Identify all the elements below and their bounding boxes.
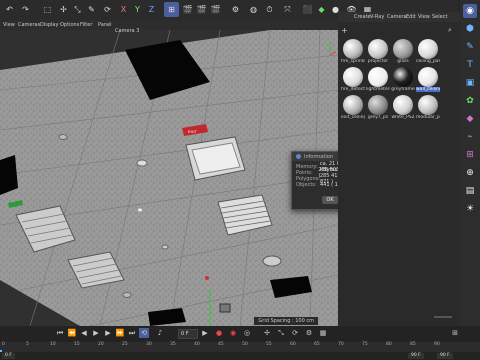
menu-options[interactable]: Options bbox=[60, 22, 79, 28]
playhead[interactable] bbox=[0, 350, 2, 352]
scale-key-icon[interactable]: ⤡ bbox=[276, 328, 286, 338]
tag-icon[interactable]: ⌁ bbox=[463, 130, 477, 144]
ceiling-hole-2 bbox=[0, 155, 18, 195]
camera-label: Camera 3 bbox=[115, 28, 140, 34]
cube-primitive-icon[interactable]: ⬢ bbox=[463, 22, 477, 36]
loop-icon[interactable]: ⟲ bbox=[139, 328, 149, 338]
menu-vray[interactable]: V-Ray bbox=[370, 14, 384, 20]
menu-display[interactable]: Display bbox=[40, 22, 58, 28]
key-icon[interactable]: ◎ bbox=[242, 328, 252, 338]
record-icon[interactable]: ● bbox=[214, 328, 224, 338]
go-to-start-icon[interactable]: ⏮ bbox=[55, 328, 65, 338]
grid-spacing-label: Grid Spacing : 100 cm bbox=[254, 317, 318, 325]
field-icon[interactable]: ⊞ bbox=[463, 148, 477, 162]
material-grey7-ps[interactable]: grey7_ps bbox=[366, 94, 390, 120]
material-glass[interactable]: glass bbox=[391, 38, 415, 64]
clapper-2-icon[interactable]: 🎬 bbox=[194, 2, 209, 17]
redo-icon[interactable]: ↷ bbox=[18, 2, 33, 17]
menu-cameras[interactable]: Cameras bbox=[18, 22, 40, 28]
material-modular-ps[interactable]: modular_ps bbox=[416, 94, 440, 120]
menu-panel[interactable]: Panel bbox=[98, 22, 112, 28]
exit-sign-text: EXIT bbox=[188, 129, 197, 134]
coords-icon[interactable]: ⊞ bbox=[164, 2, 179, 17]
start-frame-field[interactable]: 0 F bbox=[2, 353, 15, 359]
ok-button[interactable]: OK bbox=[322, 196, 338, 204]
c4d-logo-icon bbox=[296, 154, 301, 159]
ceiling-scene: EXIT bbox=[0, 30, 338, 326]
material-exit-ceiling[interactable]: exit_ceiling bbox=[341, 94, 365, 120]
min-frame-field[interactable]: 90 F bbox=[408, 353, 424, 359]
right-icon-bar: ◉ ⬢ ✎ T ▣ ✿ ◆ ⌁ ⊞ ⊕ ▤ ☀ bbox=[460, 0, 480, 326]
timer-icon[interactable]: ⏱ bbox=[262, 2, 277, 17]
menu-view[interactable]: View bbox=[3, 22, 15, 28]
prev-frame-icon[interactable]: ◀ bbox=[79, 328, 89, 338]
transform-icon[interactable]: ⤧ bbox=[280, 2, 295, 17]
x-axis-button[interactable]: X bbox=[116, 2, 131, 17]
move-key-icon[interactable]: ✢ bbox=[262, 328, 272, 338]
sound-icon[interactable]: ♪ bbox=[155, 328, 165, 338]
mograph-icon[interactable]: ✿ bbox=[463, 94, 477, 108]
undo-icon[interactable]: ↶ bbox=[2, 2, 17, 17]
material-manager: Create V-Ray Camera Edit View Select + ⌕… bbox=[338, 12, 460, 326]
spline-icon[interactable]: ✎ bbox=[463, 40, 477, 54]
select-icon[interactable]: ⬚ bbox=[40, 2, 55, 17]
material-greyframe[interactable]: greyframe bbox=[391, 66, 415, 92]
move-icon[interactable]: ✢ bbox=[56, 2, 71, 17]
3d-viewport[interactable]: View Cameras Display Options Filter Pane… bbox=[0, 20, 338, 326]
current-frame-field[interactable]: 0 F bbox=[178, 329, 198, 339]
clapper-3-icon[interactable]: 🎬 bbox=[208, 2, 223, 17]
timeline-settings-icon[interactable]: ⊞ bbox=[450, 328, 460, 338]
settings-icon[interactable]: ⚙ bbox=[228, 2, 243, 17]
menu-create[interactable]: Create bbox=[354, 14, 371, 20]
add-material-icon[interactable]: + bbox=[341, 26, 348, 35]
next-key-2-icon[interactable]: ▶ bbox=[200, 328, 210, 338]
light-icon[interactable]: ☀ bbox=[463, 202, 477, 216]
play-icon[interactable]: ▶ bbox=[91, 328, 101, 338]
rotate-icon[interactable]: ⟳ bbox=[100, 2, 115, 17]
next-frame-icon[interactable]: ▶ bbox=[103, 328, 113, 338]
menu-select[interactable]: Select bbox=[432, 14, 447, 20]
material-menu: Create V-Ray Camera Edit View Select bbox=[338, 12, 460, 22]
dialog-title: Information bbox=[304, 153, 333, 160]
deformer-icon[interactable]: ◆ bbox=[463, 112, 477, 126]
rotate-key-icon[interactable]: ⟳ bbox=[290, 328, 300, 338]
text-icon[interactable]: T bbox=[463, 58, 477, 72]
z-axis-button[interactable]: Z bbox=[144, 2, 159, 17]
prev-key-icon[interactable]: ⏪ bbox=[67, 328, 77, 338]
material-lightmeters[interactable]: lightmeters bbox=[366, 66, 390, 92]
point-key-icon[interactable]: ▦ bbox=[318, 328, 328, 338]
pen-icon[interactable]: ✎ bbox=[84, 2, 99, 17]
search-icon[interactable]: ⌕ bbox=[448, 26, 452, 35]
material-ceiling-panel[interactable]: ceiling_panel bbox=[416, 38, 440, 64]
y-axis-button[interactable]: Y bbox=[130, 2, 145, 17]
material-fire-sprinkler[interactable]: fire_sprinkler bbox=[341, 38, 365, 64]
environment-icon[interactable]: ⊕ bbox=[463, 166, 477, 180]
cube-green-icon[interactable]: ◆ bbox=[314, 2, 329, 17]
material-wall-ceiling[interactable]: wall_ceiling bbox=[416, 66, 440, 92]
sculpt-icon[interactable]: ◍ bbox=[246, 2, 261, 17]
menu-camera[interactable]: Camera bbox=[387, 14, 407, 20]
next-key-icon[interactable]: ⏩ bbox=[115, 328, 125, 338]
object-manager-icon[interactable]: ◉ bbox=[463, 4, 477, 18]
timeline: ⏮ ⏪ ◀ ▶ ▶ ⏩ ⏭ ⟲ ♪ 0 F ▶ ● ◉ ◎ ✢ ⤡ ⟳ ⚙ ▦ … bbox=[0, 326, 480, 360]
timeline-ruler[interactable]: 0 5 10 15 20 25 30 35 40 45 50 55 60 65 … bbox=[0, 342, 480, 352]
go-to-end-icon[interactable]: ⏭ bbox=[127, 328, 137, 338]
viewport-menu: View Cameras Display Options Filter Pane… bbox=[0, 20, 338, 30]
material-projector[interactable]: projector bbox=[366, 38, 390, 64]
max-frame-field[interactable]: 90 F bbox=[437, 353, 453, 359]
clapper-icon[interactable]: 🎬 bbox=[180, 2, 195, 17]
menu-view[interactable]: View bbox=[418, 14, 430, 20]
menu-filter[interactable]: Filter bbox=[80, 22, 92, 28]
param-key-icon[interactable]: ⚙ bbox=[304, 328, 314, 338]
generator-icon[interactable]: ▣ bbox=[463, 76, 477, 90]
menu-edit[interactable]: Edit bbox=[406, 14, 416, 20]
zoom-slider[interactable] bbox=[434, 316, 452, 318]
cube-icon[interactable]: ⬛ bbox=[300, 2, 315, 17]
scale-icon[interactable]: ⤡ bbox=[70, 2, 85, 17]
material-white-ps2[interactable]: white_PS2 bbox=[391, 94, 415, 120]
camera-icon[interactable]: ▤ bbox=[463, 184, 477, 198]
material-fire-detector[interactable]: fire_detector bbox=[341, 66, 365, 92]
autokey-icon[interactable]: ◉ bbox=[228, 328, 238, 338]
